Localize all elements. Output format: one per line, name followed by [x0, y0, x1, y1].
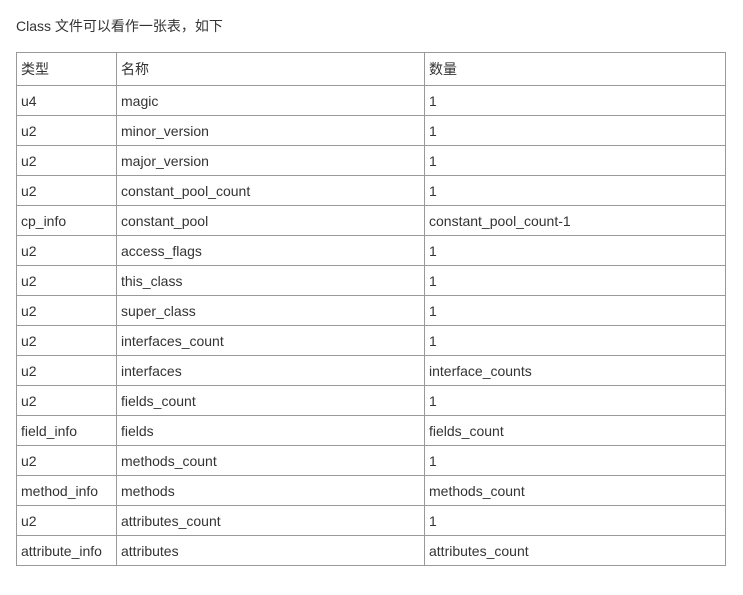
- cell-name: interfaces_count: [117, 326, 425, 356]
- cell-count: 1: [425, 176, 726, 206]
- cell-count: 1: [425, 86, 726, 116]
- cell-type: u4: [17, 86, 117, 116]
- class-file-table: 类型 名称 数量 u4 magic 1 u2 minor_version 1 u…: [16, 52, 726, 566]
- cell-name: minor_version: [117, 116, 425, 146]
- table-row: attribute_info attributes attributes_cou…: [17, 536, 726, 566]
- table-row: u2 super_class 1: [17, 296, 726, 326]
- table-body: 类型 名称 数量 u4 magic 1 u2 minor_version 1 u…: [17, 53, 726, 566]
- cell-count: attributes_count: [425, 536, 726, 566]
- cell-count: 1: [425, 386, 726, 416]
- cell-type: field_info: [17, 416, 117, 446]
- cell-name: interfaces: [117, 356, 425, 386]
- cell-count: 1: [425, 296, 726, 326]
- header-name: 名称: [117, 53, 425, 86]
- header-type: 类型: [17, 53, 117, 86]
- cell-name: super_class: [117, 296, 425, 326]
- cell-name: this_class: [117, 266, 425, 296]
- table-row: cp_info constant_pool constant_pool_coun…: [17, 206, 726, 236]
- cell-type: u2: [17, 296, 117, 326]
- cell-name: fields_count: [117, 386, 425, 416]
- cell-type: u2: [17, 266, 117, 296]
- table-row: u2 minor_version 1: [17, 116, 726, 146]
- cell-type: u2: [17, 446, 117, 476]
- cell-count: 1: [425, 266, 726, 296]
- table-row: u2 major_version 1: [17, 146, 726, 176]
- cell-type: u2: [17, 236, 117, 266]
- table-row: u2 fields_count 1: [17, 386, 726, 416]
- cell-type: u2: [17, 386, 117, 416]
- cell-type: attribute_info: [17, 536, 117, 566]
- cell-name: attributes: [117, 536, 425, 566]
- cell-count: interface_counts: [425, 356, 726, 386]
- table-row: u2 this_class 1: [17, 266, 726, 296]
- header-count: 数量: [425, 53, 726, 86]
- cell-count: 1: [425, 446, 726, 476]
- cell-type: u2: [17, 176, 117, 206]
- cell-count: 1: [425, 506, 726, 536]
- table-row: u2 attributes_count 1: [17, 506, 726, 536]
- cell-count: 1: [425, 326, 726, 356]
- intro-text: Class 文件可以看作一张表，如下: [16, 16, 727, 36]
- table-row: u2 constant_pool_count 1: [17, 176, 726, 206]
- table-header-row: 类型 名称 数量: [17, 53, 726, 86]
- cell-name: fields: [117, 416, 425, 446]
- table-row: method_info methods methods_count: [17, 476, 726, 506]
- table-row: u2 interfaces_count 1: [17, 326, 726, 356]
- table-row: u4 magic 1: [17, 86, 726, 116]
- cell-type: u2: [17, 146, 117, 176]
- cell-type: u2: [17, 356, 117, 386]
- cell-name: methods: [117, 476, 425, 506]
- cell-count: methods_count: [425, 476, 726, 506]
- cell-name: access_flags: [117, 236, 425, 266]
- cell-name: methods_count: [117, 446, 425, 476]
- table-row: u2 interfaces interface_counts: [17, 356, 726, 386]
- cell-name: constant_pool: [117, 206, 425, 236]
- cell-name: major_version: [117, 146, 425, 176]
- cell-count: constant_pool_count-1: [425, 206, 726, 236]
- cell-count: 1: [425, 236, 726, 266]
- cell-name: magic: [117, 86, 425, 116]
- table-row: u2 access_flags 1: [17, 236, 726, 266]
- cell-type: u2: [17, 506, 117, 536]
- cell-type: u2: [17, 116, 117, 146]
- cell-type: cp_info: [17, 206, 117, 236]
- table-row: field_info fields fields_count: [17, 416, 726, 446]
- cell-count: 1: [425, 146, 726, 176]
- table-row: u2 methods_count 1: [17, 446, 726, 476]
- cell-name: attributes_count: [117, 506, 425, 536]
- cell-count: 1: [425, 116, 726, 146]
- cell-name: constant_pool_count: [117, 176, 425, 206]
- cell-type: u2: [17, 326, 117, 356]
- cell-count: fields_count: [425, 416, 726, 446]
- cell-type: method_info: [17, 476, 117, 506]
